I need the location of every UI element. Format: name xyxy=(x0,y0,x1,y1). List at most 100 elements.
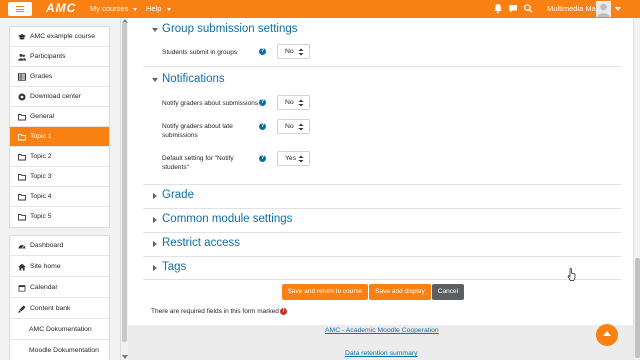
drawer-item-content-bank[interactable]: Content bank xyxy=(10,299,109,319)
notify-late-label-line1: Notify graders about late xyxy=(162,123,233,130)
drawer-item-moodle-dokumentation[interactable]: Moodle Dokumentation xyxy=(10,341,109,360)
students-submit-select[interactable]: No xyxy=(277,44,310,59)
folder-icon xyxy=(18,194,26,201)
notify-late-select[interactable]: No xyxy=(277,119,310,134)
required-fields-note: There are required fields in this form m… xyxy=(151,308,279,315)
default-notify-label-line2: students" xyxy=(162,164,189,171)
drawer-item-grades[interactable]: Grades xyxy=(10,67,109,87)
notify-graders-select[interactable]: No xyxy=(277,95,310,110)
drawer-item-amc-dokumentation[interactable]: AMC Dokumentation xyxy=(10,320,109,340)
drawer-item-label: AMC Dokumentation xyxy=(29,326,92,333)
select-value: Yes xyxy=(285,155,297,162)
my-courses-menu[interactable]: My courses xyxy=(90,4,138,13)
user-silhouette-icon xyxy=(597,3,610,17)
section-collapsed-caret-icon[interactable] xyxy=(153,241,157,247)
section-divider xyxy=(143,256,621,257)
footer-amc-link[interactable]: AMC - Academic Moodle Cooperation xyxy=(325,327,439,334)
section-collapsed-caret-icon[interactable] xyxy=(153,217,157,223)
section-collapsed-caret-icon[interactable] xyxy=(153,265,157,271)
my-courses-label: My courses xyxy=(90,4,129,13)
select-updown-icon xyxy=(298,48,304,56)
drawer-item-download-center[interactable]: Download center xyxy=(10,87,109,107)
section-expanded-caret-icon[interactable] xyxy=(152,78,158,82)
default-notify-select[interactable]: Yes xyxy=(277,151,310,166)
section-divider xyxy=(143,279,621,280)
section-collapsed-caret-icon[interactable] xyxy=(153,193,157,199)
page-scrollbar-thumb[interactable] xyxy=(635,258,640,358)
help-icon[interactable]: ? xyxy=(259,48,266,55)
help-icon[interactable]: ? xyxy=(259,155,266,162)
drawer-item-site-home[interactable]: Site home xyxy=(10,257,109,277)
dashboard-icon xyxy=(18,245,26,249)
drawer-item-topic-5[interactable]: Topic 5 xyxy=(10,207,109,227)
graduation-cap-icon xyxy=(18,34,26,40)
select-updown-icon xyxy=(298,155,304,163)
section-title-restrict-access[interactable]: Restrict access xyxy=(162,237,240,249)
chevron-down-icon xyxy=(133,7,138,11)
scroll-down-arrow-icon[interactable] xyxy=(122,355,128,359)
notify-late-label-line2: submissions xyxy=(162,132,198,139)
help-icon[interactable]: ? xyxy=(259,123,266,130)
drawer-item-label: Topic 3 xyxy=(30,173,52,180)
folder-icon xyxy=(18,114,26,121)
footer-data-retention-link[interactable]: Data retention summary xyxy=(345,350,418,357)
table-icon xyxy=(18,73,26,81)
chevron-down-icon[interactable] xyxy=(615,7,621,11)
select-value: No xyxy=(285,48,294,55)
search-icon[interactable] xyxy=(523,3,533,14)
drawer-toggle-button[interactable] xyxy=(8,2,32,16)
drawer-item-topic-1[interactable]: Topic 1 xyxy=(10,127,109,147)
drawer-item-general[interactable]: General xyxy=(10,107,109,127)
chat-icon[interactable] xyxy=(508,3,518,14)
drawer-item-topic-2[interactable]: Topic 2 xyxy=(10,147,109,167)
section-divider xyxy=(143,184,621,185)
drawer-item-calendar[interactable]: Calendar xyxy=(10,278,109,298)
back-to-top-button[interactable] xyxy=(596,324,618,346)
drawer-item-label: Site home xyxy=(30,263,61,270)
site-logo[interactable]: AMC xyxy=(46,1,76,15)
drawer-item-label: Participants xyxy=(30,53,66,60)
section-title-common-module[interactable]: Common module settings xyxy=(162,213,292,225)
drawer-item-label: Grades xyxy=(30,73,53,80)
drawer-item-dashboard[interactable]: Dashboard xyxy=(10,236,109,256)
folder-icon xyxy=(18,134,26,141)
notify-late-label: Notify graders about late submissions xyxy=(162,122,233,140)
section-expanded-caret-icon[interactable] xyxy=(152,28,158,32)
user-menu-name[interactable]: Multimedia Mas xyxy=(547,4,600,13)
folder-icon xyxy=(18,174,26,181)
drawer-item-topic-3[interactable]: Topic 3 xyxy=(10,167,109,187)
drawer-item-label: Moodle Dokumentation xyxy=(29,347,99,354)
section-title-group-submission[interactable]: Group submission settings xyxy=(162,23,298,35)
arrow-up-icon xyxy=(603,331,611,336)
course-nav-group: AMC example course Participants Grades D… xyxy=(9,26,110,228)
drawer-item-topic-4[interactable]: Topic 4 xyxy=(10,187,109,207)
section-title-notifications[interactable]: Notifications xyxy=(162,73,225,85)
help-icon[interactable]: ? xyxy=(259,99,266,106)
cancel-button[interactable]: Cancel xyxy=(432,284,464,300)
drawer-item-course[interactable]: AMC example course xyxy=(10,27,109,47)
users-icon xyxy=(18,53,26,61)
drawer-item-label: AMC example course xyxy=(30,33,95,40)
drawer-item-label: General xyxy=(30,113,55,120)
save-and-display-button[interactable]: Save and display xyxy=(369,284,431,300)
save-and-return-button[interactable]: Save and return to course xyxy=(282,284,368,300)
nav-drawer: AMC example course Participants Grades D… xyxy=(0,18,120,360)
folder-icon xyxy=(18,154,26,161)
paint-icon xyxy=(18,305,26,313)
bell-icon[interactable] xyxy=(493,3,503,14)
drawer-scrollbar-thumb[interactable] xyxy=(122,22,127,342)
drawer-item-participants[interactable]: Participants xyxy=(10,47,109,67)
drawer-item-label: Topic 1 xyxy=(30,133,52,140)
default-notify-label: Default setting for "Notify students" xyxy=(162,154,234,172)
download-circle-icon xyxy=(18,93,26,101)
section-title-tags[interactable]: Tags xyxy=(162,261,186,273)
drawer-scrollbar[interactable] xyxy=(120,18,128,360)
mouse-cursor-icon xyxy=(567,268,576,281)
required-icon: ! xyxy=(280,308,287,315)
top-navbar: AMC My courses Help Multimedia Mas xyxy=(0,0,640,18)
help-menu[interactable]: Help xyxy=(146,4,171,13)
page-scrollbar[interactable] xyxy=(633,18,640,360)
avatar[interactable] xyxy=(596,1,611,17)
section-title-grade[interactable]: Grade xyxy=(162,189,194,201)
help-label: Help xyxy=(146,4,162,13)
